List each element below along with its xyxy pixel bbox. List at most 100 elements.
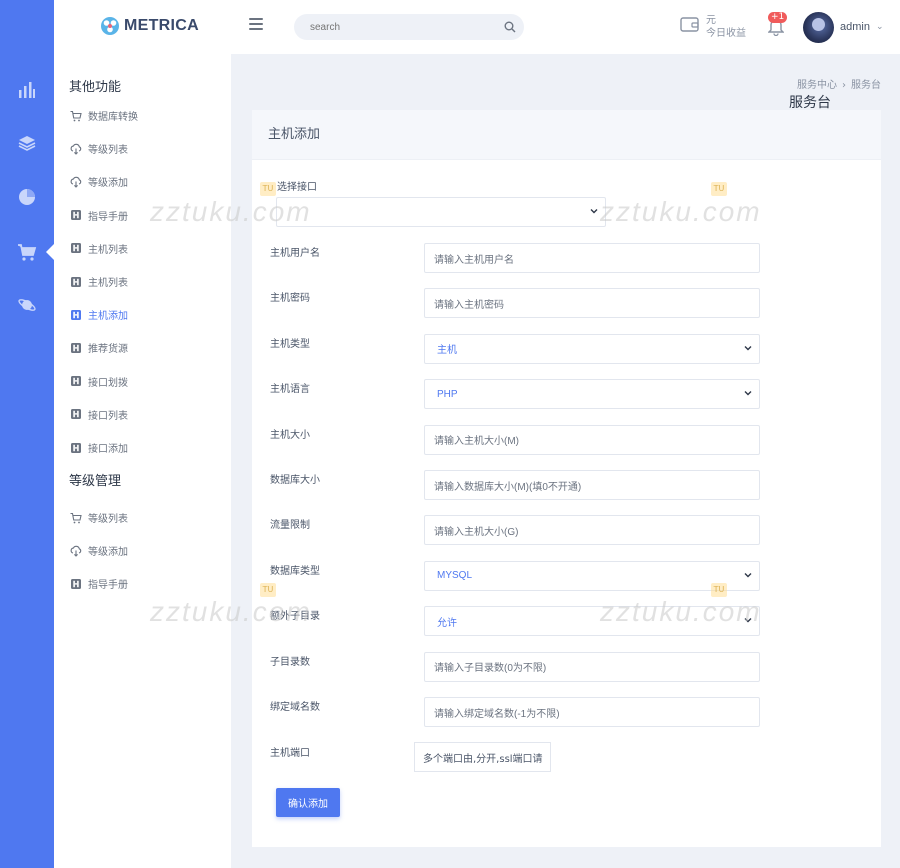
chevron-down-icon[interactable]: ⌄: [876, 22, 884, 32]
field-input[interactable]: 请输入绑定域名数(-1为不限): [424, 697, 760, 727]
sidebar-item[interactable]: 主机添加: [70, 307, 128, 322]
chevron-down-icon: [744, 345, 752, 351]
cart-icon: [70, 110, 82, 122]
sidebar-item[interactable]: 等级列表: [70, 141, 128, 156]
card-title: 主机添加: [252, 110, 881, 160]
earnings-unit: 元: [706, 15, 716, 26]
book-icon: [70, 276, 82, 288]
sidebar-item-label: 指导手册: [88, 580, 128, 592]
field-label: 主机类型: [270, 338, 310, 350]
notification-badge: +1: [768, 12, 788, 23]
cloud-download-icon: [70, 545, 82, 557]
sidebar-item[interactable]: 主机列表: [70, 274, 128, 289]
field-label: 额外子目录: [270, 611, 320, 623]
brand-name: METRICA: [124, 17, 199, 34]
chevron-down-icon: [744, 572, 752, 578]
earnings-summary: 元 今日收益: [706, 14, 746, 40]
field-input[interactable]: 请输入主机大小(G): [424, 515, 760, 546]
sidebar-item-label: 接口添加: [88, 444, 128, 455]
book-icon: [70, 342, 82, 354]
sidebar-item-label: 等级列表: [88, 145, 128, 157]
sidebar-item-label: 等级添加: [88, 178, 128, 190]
field-label: 主机密码: [270, 293, 310, 305]
chevron-down-icon: [744, 391, 752, 396]
chevron-right-icon: ›: [842, 80, 846, 91]
sidebar-item[interactable]: 等级添加: [70, 543, 128, 558]
book-icon: [70, 375, 82, 387]
select-value: 允许: [437, 617, 457, 629]
cloud-download-icon: [70, 176, 82, 188]
sidebar-item-label: 指导手册: [88, 211, 128, 223]
breadcrumb-parent[interactable]: 服务中心: [797, 80, 837, 91]
page-title: 服务台: [789, 95, 831, 111]
field-label: 主机用户名: [270, 248, 320, 259]
side-menu: 其他功能 数据库转换 等级列表 等级添加 指导手册 主机列表 主机列表 主机添加 推荐货源 接口…: [54, 54, 231, 868]
field-input[interactable]: 请输入主机密码: [424, 288, 760, 319]
port-input[interactable]: 多个端口由,分开,ssl端口请: [414, 742, 551, 772]
sidebar-item-label: 主机列表: [88, 244, 128, 256]
field-select[interactable]: PHP: [424, 379, 760, 410]
sidebar-item[interactable]: 接口划拨: [70, 374, 128, 389]
port-label: 主机端口: [270, 748, 310, 759]
field-select[interactable]: MYSQL: [424, 560, 760, 591]
brand-logo[interactable]: METRICA: [100, 16, 199, 36]
field-input[interactable]: 请输入子目录数(0为不限): [424, 651, 760, 682]
cart-icon[interactable]: [17, 242, 37, 262]
sidebar-item[interactable]: 接口列表: [70, 407, 128, 422]
book-icon: [70, 408, 82, 420]
select-value: 主机: [437, 345, 457, 357]
book-icon: [70, 309, 82, 321]
field-input[interactable]: 请输入主机大小(M): [424, 424, 760, 455]
pie-chart-icon[interactable]: [17, 187, 37, 207]
sidebar-item[interactable]: 等级列表: [70, 510, 128, 525]
submit-button[interactable]: 确认添加: [276, 788, 340, 817]
planet-icon[interactable]: [17, 295, 37, 315]
bar-chart-icon[interactable]: [17, 80, 37, 100]
field-input[interactable]: 请输入主机用户名: [424, 243, 760, 273]
sidebar-item-label: 主机添加: [88, 311, 128, 323]
field-label: 主机大小: [270, 429, 310, 441]
sidebar-item-label: 推荐货源: [88, 344, 128, 356]
logo-icon: [101, 17, 119, 35]
cart-icon: [70, 512, 82, 524]
sidebar-item-label: 等级列表: [88, 514, 128, 525]
select-value: MYSQL: [437, 570, 473, 582]
sidebar-item[interactable]: 数据库转换: [70, 108, 138, 123]
wallet-icon[interactable]: [680, 16, 699, 33]
search-input[interactable]: [294, 14, 484, 40]
avatar[interactable]: [803, 12, 834, 43]
field-label: 流量限制: [270, 520, 310, 532]
breadcrumb: 服务中心 › 服务台: [797, 76, 881, 91]
chevron-down-icon: [590, 209, 598, 214]
sidebar-item[interactable]: 主机列表: [70, 241, 128, 256]
sidebar-item[interactable]: 指导手册: [70, 208, 128, 223]
user-name[interactable]: admin: [840, 21, 870, 33]
layers-icon[interactable]: [17, 133, 37, 153]
field-select[interactable]: 允许: [424, 606, 760, 637]
sidebar-item-label: 等级添加: [88, 547, 128, 559]
select-value: PHP: [437, 388, 458, 400]
sidebar-item[interactable]: 等级添加: [70, 174, 128, 189]
field-label: 主机语言: [270, 384, 310, 396]
sidebar-item[interactable]: 指导手册: [70, 576, 128, 591]
chevron-down-icon: [744, 618, 752, 623]
field-select[interactable]: 主机: [424, 333, 760, 364]
book-icon: [70, 242, 82, 254]
menu-toggle-button[interactable]: [249, 18, 263, 32]
sidebar-item[interactable]: 接口添加: [70, 440, 128, 455]
interface-select[interactable]: [276, 197, 606, 227]
earnings-label: 今日收益: [706, 28, 746, 39]
interface-label: 选择接口: [277, 182, 317, 193]
breadcrumb-current: 服务台: [851, 80, 881, 91]
group-title-level: 等级管理: [69, 474, 122, 489]
field-input[interactable]: 请输入数据库大小(M)(填0不开通): [424, 470, 760, 500]
book-icon: [70, 209, 82, 221]
icon-rail: [0, 0, 54, 868]
sidebar-item-label: 主机列表: [88, 278, 128, 289]
group-title-other: 其他功能: [69, 80, 122, 95]
search-icon[interactable]: [504, 21, 516, 33]
sidebar-item[interactable]: 推荐货源: [70, 340, 128, 355]
search-box: [294, 14, 524, 40]
book-icon: [70, 442, 82, 454]
field-label: 绑定域名数: [270, 702, 320, 713]
